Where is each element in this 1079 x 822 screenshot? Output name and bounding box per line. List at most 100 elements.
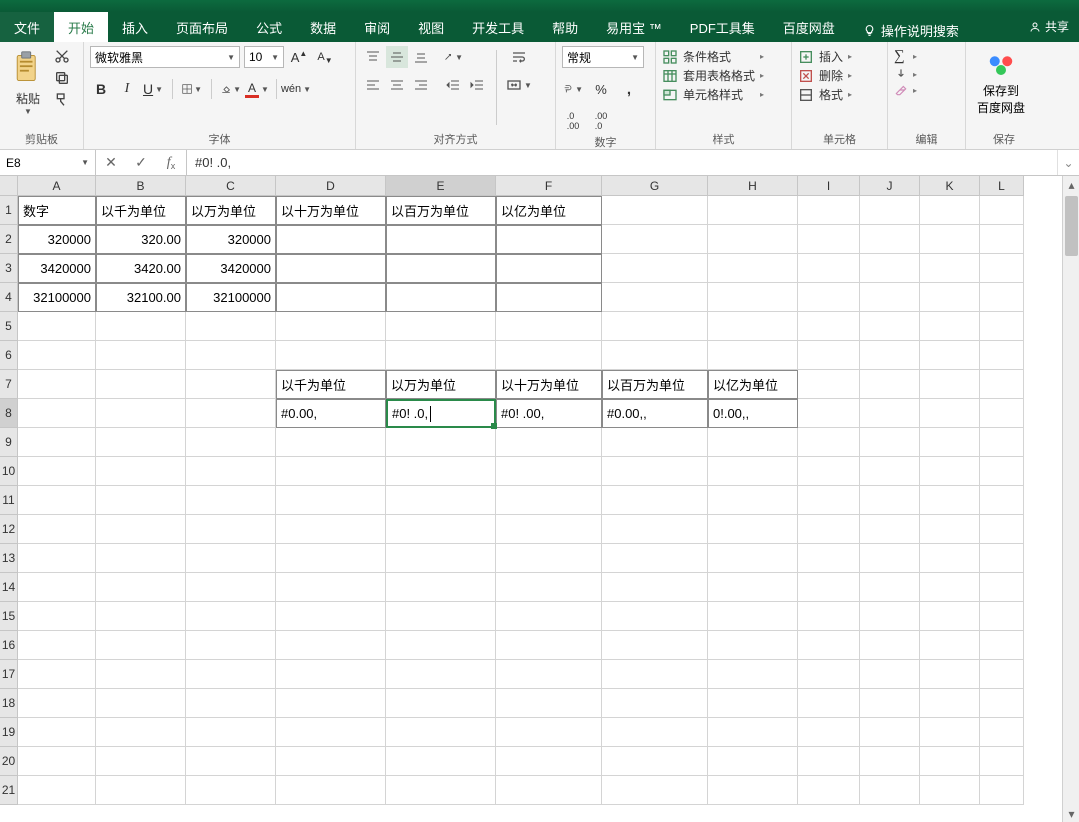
cell-A18[interactable]: [18, 689, 96, 718]
font-size-combo[interactable]: 10▼: [244, 46, 284, 68]
cell-K10[interactable]: [920, 457, 980, 486]
cell-A20[interactable]: [18, 747, 96, 776]
cell-L4[interactable]: [980, 283, 1024, 312]
cell-I8[interactable]: [798, 399, 860, 428]
cell-F4[interactable]: [496, 283, 602, 312]
cell-H8[interactable]: 0!.00,,: [708, 399, 798, 428]
column-header-C[interactable]: C: [186, 176, 276, 196]
cell-D6[interactable]: [276, 341, 386, 370]
cell-D21[interactable]: [276, 776, 386, 805]
cell-K17[interactable]: [920, 660, 980, 689]
cell-K5[interactable]: [920, 312, 980, 341]
cell-E8[interactable]: #0! .0,: [386, 399, 496, 428]
cell-C5[interactable]: [186, 312, 276, 341]
cell-I2[interactable]: [798, 225, 860, 254]
cell-B11[interactable]: [96, 486, 186, 515]
row-header-2[interactable]: 2: [0, 225, 18, 254]
cell-G1[interactable]: [602, 196, 708, 225]
cell-G16[interactable]: [602, 631, 708, 660]
cell-E6[interactable]: [386, 341, 496, 370]
cell-I12[interactable]: [798, 515, 860, 544]
cell-B8[interactable]: [96, 399, 186, 428]
cell-D17[interactable]: [276, 660, 386, 689]
row-header-6[interactable]: 6: [0, 341, 18, 370]
cell-B1[interactable]: 以千为单位: [96, 196, 186, 225]
increase-indent-icon[interactable]: [466, 74, 488, 96]
cell-E1[interactable]: 以百万为单位: [386, 196, 496, 225]
cell-D4[interactable]: [276, 283, 386, 312]
cell-A10[interactable]: [18, 457, 96, 486]
clear-button[interactable]: ▸: [894, 83, 917, 97]
cell-I6[interactable]: [798, 341, 860, 370]
cell-I20[interactable]: [798, 747, 860, 776]
tab-help[interactable]: 帮助: [538, 12, 592, 42]
column-header-I[interactable]: I: [798, 176, 860, 196]
cell-G4[interactable]: [602, 283, 708, 312]
cell-C8[interactable]: [186, 399, 276, 428]
cut-icon[interactable]: [54, 48, 70, 64]
comma-style-button[interactable]: ,: [618, 78, 640, 100]
cell-K8[interactable]: [920, 399, 980, 428]
cell-C20[interactable]: [186, 747, 276, 776]
accounting-format-button[interactable]: ▼: [562, 78, 584, 100]
cell-K1[interactable]: [920, 196, 980, 225]
cell-H18[interactable]: [708, 689, 798, 718]
cell-E20[interactable]: [386, 747, 496, 776]
cell-H2[interactable]: [708, 225, 798, 254]
autosum-button[interactable]: ∑▸: [894, 48, 917, 65]
cell-L5[interactable]: [980, 312, 1024, 341]
cell-E14[interactable]: [386, 573, 496, 602]
cell-I19[interactable]: [798, 718, 860, 747]
vertical-scrollbar[interactable]: ▴ ▾: [1062, 176, 1079, 822]
cell-C13[interactable]: [186, 544, 276, 573]
cell-E15[interactable]: [386, 602, 496, 631]
cell-C18[interactable]: [186, 689, 276, 718]
cell-E7[interactable]: 以万为单位: [386, 370, 496, 399]
cell-G3[interactable]: [602, 254, 708, 283]
cell-B5[interactable]: [96, 312, 186, 341]
cell-D2[interactable]: [276, 225, 386, 254]
cell-H14[interactable]: [708, 573, 798, 602]
cell-E11[interactable]: [386, 486, 496, 515]
cell-G19[interactable]: [602, 718, 708, 747]
cell-L17[interactable]: [980, 660, 1024, 689]
cell-D13[interactable]: [276, 544, 386, 573]
cell-I14[interactable]: [798, 573, 860, 602]
cell-A8[interactable]: [18, 399, 96, 428]
cell-H11[interactable]: [708, 486, 798, 515]
cell-K20[interactable]: [920, 747, 980, 776]
tab-formulas[interactable]: 公式: [242, 12, 296, 42]
cell-A14[interactable]: [18, 573, 96, 602]
cell-G9[interactable]: [602, 428, 708, 457]
row-header-18[interactable]: 18: [0, 689, 18, 718]
cell-J21[interactable]: [860, 776, 920, 805]
increase-decimal-icon[interactable]: .0.00: [562, 110, 584, 132]
align-left-icon[interactable]: [362, 74, 384, 96]
cell-F17[interactable]: [496, 660, 602, 689]
cell-G15[interactable]: [602, 602, 708, 631]
row-header-7[interactable]: 7: [0, 370, 18, 399]
cell-K12[interactable]: [920, 515, 980, 544]
paste-button[interactable]: [11, 46, 45, 90]
cell-H21[interactable]: [708, 776, 798, 805]
cell-E17[interactable]: [386, 660, 496, 689]
cell-L9[interactable]: [980, 428, 1024, 457]
cell-H5[interactable]: [708, 312, 798, 341]
cell-L10[interactable]: [980, 457, 1024, 486]
row-header-8[interactable]: 8: [0, 399, 18, 428]
cell-F6[interactable]: [496, 341, 602, 370]
decrease-decimal-icon[interactable]: .00.0: [590, 110, 612, 132]
cell-E12[interactable]: [386, 515, 496, 544]
cell-F10[interactable]: [496, 457, 602, 486]
cell-B4[interactable]: 32100.00: [96, 283, 186, 312]
font-color-button[interactable]: A ▼: [246, 78, 268, 100]
cell-H3[interactable]: [708, 254, 798, 283]
cell-B6[interactable]: [96, 341, 186, 370]
cell-A9[interactable]: [18, 428, 96, 457]
cell-A13[interactable]: [18, 544, 96, 573]
cell-A19[interactable]: [18, 718, 96, 747]
cell-A12[interactable]: [18, 515, 96, 544]
cell-H19[interactable]: [708, 718, 798, 747]
share-button[interactable]: 共享: [1029, 18, 1069, 35]
cell-H9[interactable]: [708, 428, 798, 457]
